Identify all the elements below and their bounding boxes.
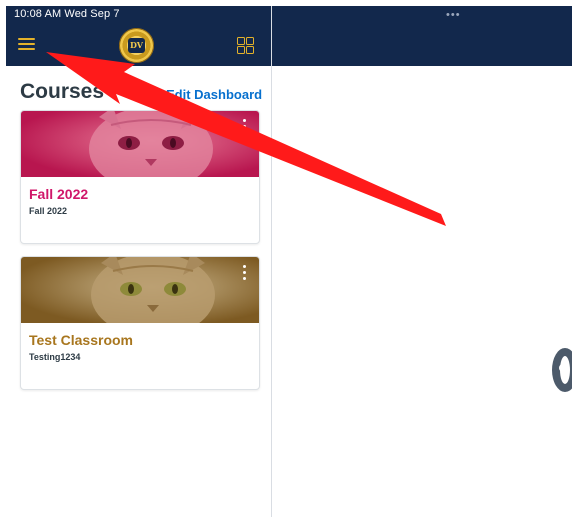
course-card[interactable]: Test Classroom Testing1234 bbox=[20, 256, 260, 390]
page-title: Courses bbox=[20, 80, 105, 103]
course-options-icon[interactable] bbox=[243, 265, 247, 281]
course-code: Fall 2022 bbox=[29, 206, 68, 216]
sidebar-header: 10:08 AM Wed Sep 7 DV bbox=[6, 6, 271, 66]
course-options-icon[interactable] bbox=[243, 119, 247, 135]
edit-dashboard-link[interactable]: Edit Dashboard bbox=[166, 87, 262, 102]
course-card[interactable]: Fall 2022 Fall 2022 bbox=[20, 110, 260, 244]
school-logo: DV bbox=[119, 28, 154, 63]
split-view-divider bbox=[271, 6, 272, 517]
multitasking-dots[interactable]: ••• bbox=[446, 9, 461, 21]
course-image bbox=[21, 111, 259, 177]
status-bar-time: 10:08 AM Wed Sep 7 bbox=[14, 8, 120, 20]
course-name: Fall 2022 bbox=[29, 186, 89, 202]
course-name: Test Classroom bbox=[29, 332, 133, 348]
hamburger-icon[interactable] bbox=[18, 38, 35, 50]
course-image bbox=[21, 257, 259, 323]
partial-round-icon-center bbox=[559, 364, 567, 372]
grid-icon[interactable] bbox=[237, 37, 254, 54]
course-code: Testing1234 bbox=[29, 352, 81, 362]
app-screen: 10:08 AM Wed Sep 7 DV ••• Courses Edit D… bbox=[6, 6, 572, 517]
logo-letters: DV bbox=[128, 38, 145, 53]
detail-header: ••• bbox=[272, 6, 572, 66]
